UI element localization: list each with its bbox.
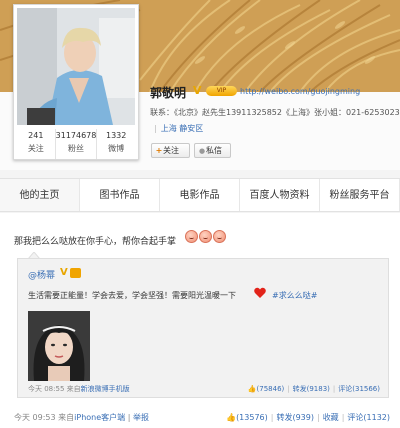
following-count[interactable]: 241 关注 xyxy=(17,129,56,159)
contact-info: 联系：《北京》赵先生13911325852《上海》张小姐：021-6253023… xyxy=(150,108,400,117)
divider: | xyxy=(154,124,157,133)
following-label: 关注 xyxy=(27,144,44,153)
tab-home[interactable]: 他的主页 xyxy=(0,179,80,211)
followers-count[interactable]: 31174678 粉丝 xyxy=(56,129,98,159)
forward-button[interactable]: 转发(939) xyxy=(276,413,314,422)
avatar[interactable] xyxy=(17,8,135,125)
divider: | xyxy=(332,385,336,393)
user-name: 郭敬明 xyxy=(150,86,187,100)
divider: | xyxy=(316,413,320,422)
divider: | xyxy=(270,413,274,422)
source-prefix: 来自 xyxy=(66,385,81,393)
like-count: (13576) xyxy=(236,413,268,422)
repost-source-link[interactable]: 新浪微博手机版 xyxy=(81,385,130,393)
post-timestamp[interactable]: 今天 09:53 xyxy=(14,413,56,422)
follow-label: 关注 xyxy=(163,146,179,155)
kiss-emoji-icon xyxy=(185,230,198,243)
tab-baidu-profile[interactable]: 百度人物资料 xyxy=(240,179,320,211)
kiss-emoji-icon xyxy=(199,230,212,243)
posts-label: 微博 xyxy=(108,144,125,153)
followers-label: 粉丝 xyxy=(68,144,84,153)
tab-films[interactable]: 电影作品 xyxy=(160,179,240,211)
favorite-button[interactable]: 收藏 xyxy=(323,413,339,422)
source-prefix: 来自 xyxy=(58,413,75,422)
vip-badge[interactable]: VIP xyxy=(206,86,237,96)
post-meta: 今天 09:53 来自iPhone客户端 | 举报 xyxy=(14,412,149,423)
repost-comment-button[interactable]: 评论(31566) xyxy=(338,385,380,393)
emoji-group xyxy=(185,230,226,243)
following-number: 241 xyxy=(28,131,44,140)
message-button[interactable]: ●私信 xyxy=(194,143,231,158)
kiss-emoji-icon xyxy=(213,230,226,243)
avatar-card: 241 关注 31174678 粉丝 1332 微博 xyxy=(13,4,139,160)
plus-icon: + xyxy=(155,146,163,155)
verified-v-icon: V xyxy=(193,84,202,97)
heart-icon xyxy=(254,287,266,298)
verified-v-icon: V xyxy=(60,267,68,278)
divider: | xyxy=(127,413,131,422)
message-label: 私信 xyxy=(206,146,222,155)
followers-number: 31174678 xyxy=(55,131,97,140)
vip-icon xyxy=(70,268,81,278)
post-text: 那我把么么哒放在你手心，帮你合起手掌 xyxy=(14,237,177,247)
tab-books[interactable]: 图书作品 xyxy=(80,179,160,211)
repost-meta: 今天 08:55 来自新浪微博手机版 xyxy=(28,384,130,394)
post-actions: 👍(13576) | 转发(939) | 收藏 | 评论(1132) xyxy=(226,412,390,423)
hashtag-link[interactable]: #求么么哒# xyxy=(272,290,317,301)
repost-forward-button[interactable]: 转发(9183) xyxy=(293,385,330,393)
repost-text: 生活需要正能量！学会去爱，学会坚强！需要阳光温暖一下 xyxy=(28,291,236,300)
weibo-url-link[interactable]: http://weibo.com/guojingming xyxy=(240,87,360,96)
message-icon: ● xyxy=(198,147,206,155)
report-link[interactable]: 举报 xyxy=(133,413,149,422)
comment-button[interactable]: 评论(1132) xyxy=(347,413,390,422)
weibo-post: 那我把么么哒放在你手心，帮你合起手掌 @杨幂 V 生活需要正能量！学会去爱，学会… xyxy=(0,213,400,428)
repost-timestamp[interactable]: 今天 08:55 xyxy=(28,385,64,393)
post-source-link[interactable]: iPhone客户端 xyxy=(74,413,125,422)
repost-actions: 👍(75846) | 转发(9183) | 评论(31566) xyxy=(248,384,380,394)
thumbs-up-icon: 👍 xyxy=(247,385,257,393)
thumbs-up-icon: 👍 xyxy=(226,413,237,422)
reposted-content: @杨幂 V 生活需要正能量！学会去爱，学会坚强！需要阳光温暖一下 #求么么哒# … xyxy=(17,258,389,398)
profile-nav: 他的主页 图书作品 电影作品 百度人物资料 粉丝服务平台 xyxy=(0,178,400,212)
follow-button[interactable]: +关注 xyxy=(151,143,190,158)
posts-number: 1332 xyxy=(106,131,127,140)
tab-fan-services[interactable]: 粉丝服务平台 xyxy=(320,179,400,211)
repost-author-link[interactable]: @杨幂 xyxy=(28,268,55,281)
location-row: | 上海 静安区 xyxy=(150,123,203,134)
divider: | xyxy=(341,413,345,422)
divider: | xyxy=(287,385,290,393)
posts-count[interactable]: 1332 微博 xyxy=(97,129,135,159)
repost-photo[interactable] xyxy=(28,311,90,381)
repost-like-count: (75846) xyxy=(256,385,285,393)
like-button[interactable]: 👍(13576) xyxy=(226,413,268,422)
location-link[interactable]: 上海 静安区 xyxy=(161,124,204,133)
repost-like-button[interactable]: 👍(75846) xyxy=(248,385,284,393)
